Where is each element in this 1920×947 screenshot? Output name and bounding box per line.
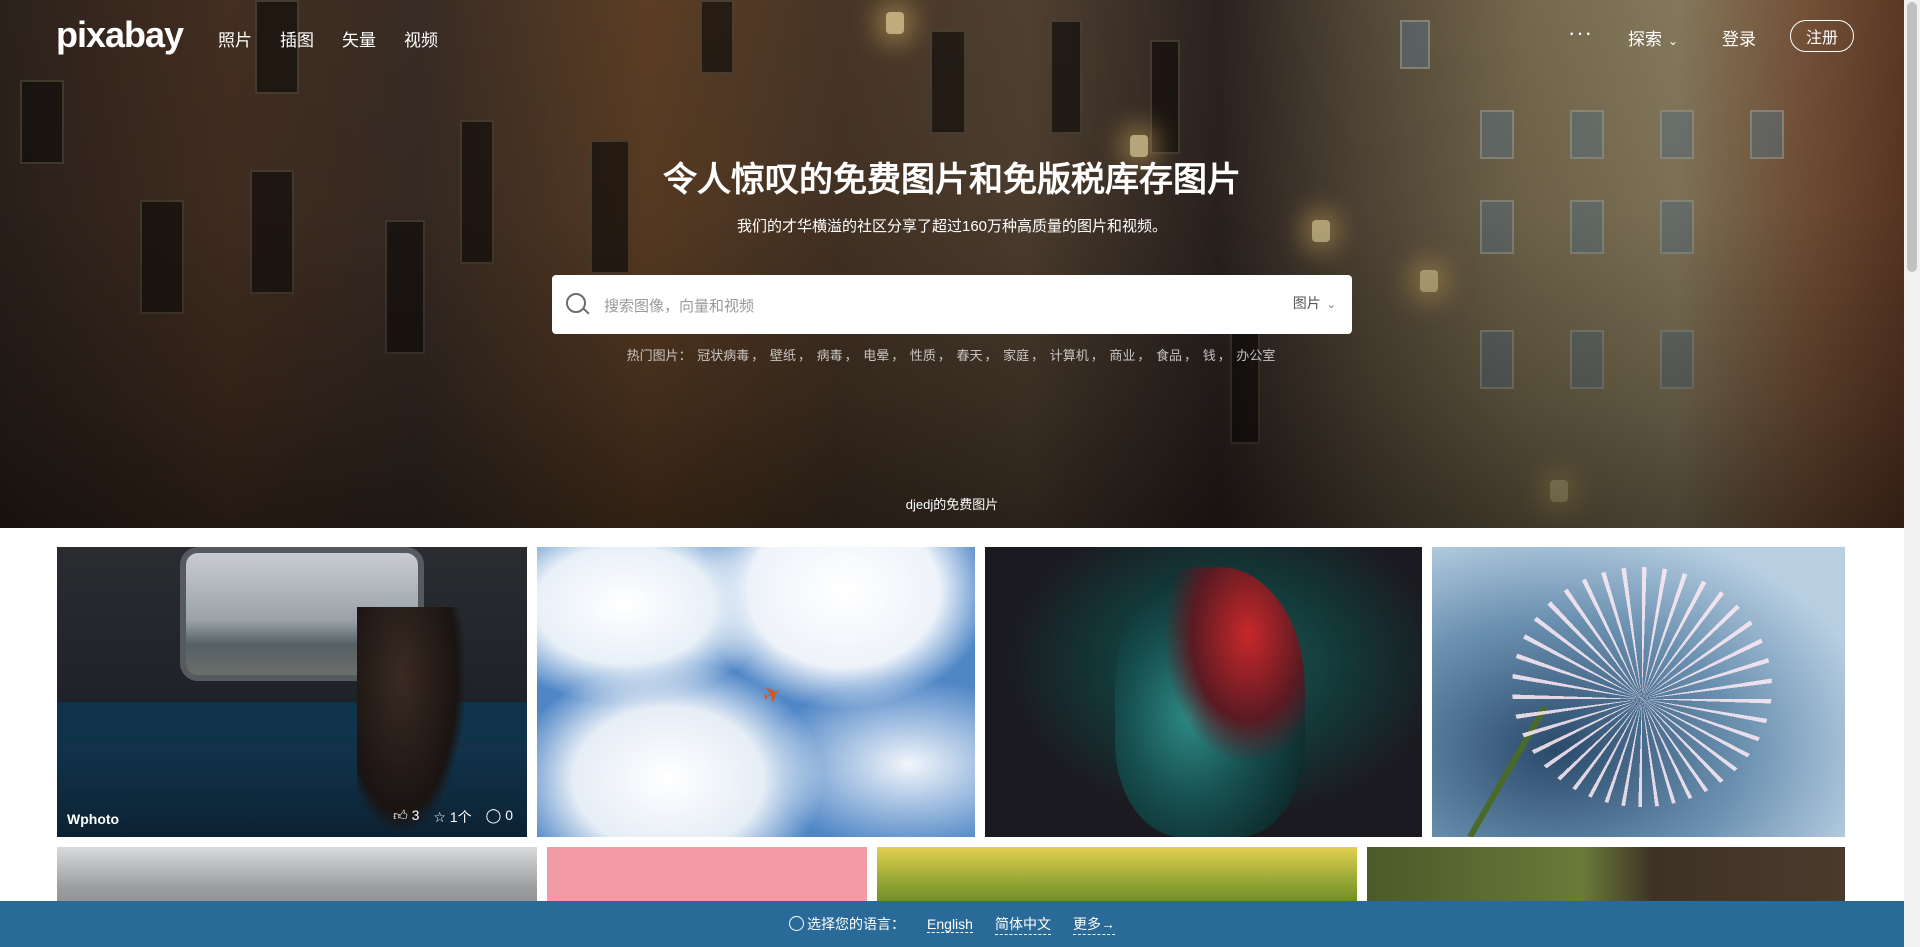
flower-head (1512, 567, 1772, 807)
like-count: 3 (411, 807, 420, 823)
favorite-button[interactable]: ☆ 1个 (433, 807, 471, 827)
chevron-down-icon: ⌄ (1326, 299, 1336, 311)
language-option-chinese[interactable]: 简体中文 (994, 914, 1051, 935)
language-prompt: 选择您的语言： (789, 914, 905, 934)
search-type-select[interactable]: 图片 ⌄ (1293, 293, 1336, 313)
scrollbar-thumb[interactable] (1907, 2, 1917, 272)
globe-icon (789, 916, 805, 931)
trending-tag[interactable]: 办公室 (1236, 348, 1275, 363)
language-option-english[interactable]: English (927, 916, 973, 933)
trending-tag[interactable]: 春天 (956, 348, 982, 363)
hero-photo-credit[interactable]: djedj的免费图片 (0, 494, 1904, 513)
like-button[interactable]: 👍︎ 3 (393, 807, 419, 827)
search-type-label: 图片 (1292, 295, 1321, 311)
nav-link-illustrations[interactable]: 插图 (280, 26, 314, 51)
explore-label: 探索 (1628, 30, 1662, 49)
trending-tag[interactable]: 食品 (1156, 348, 1182, 363)
image-author[interactable]: Wphoto (67, 811, 119, 827)
language-bar: 选择您的语言： English 简体中文 更多→ (0, 901, 1904, 947)
gallery-image[interactable]: Wphoto 👍︎ 3 ☆ 1个 ◯ 0 (57, 547, 527, 837)
language-prompt-label: 选择您的语言： (807, 916, 906, 932)
gallery-image[interactable] (985, 547, 1422, 837)
trending-tag[interactable]: 钱 (1203, 348, 1216, 363)
trending-tag[interactable]: 家庭 (1003, 348, 1029, 363)
trending-tag[interactable]: 壁纸 (770, 348, 796, 363)
trending-tag[interactable]: 性质 (910, 348, 936, 363)
star-icon: ☆ (433, 809, 446, 825)
hero-overlay (0, 0, 1904, 528)
passenger-figure (357, 607, 467, 837)
airplane-icon: ✈ (758, 679, 786, 710)
page-scrollbar[interactable] (1904, 0, 1920, 947)
language-more-link[interactable]: 更多→ (1072, 914, 1115, 935)
top-nav: pixabay 照片 插图 矢量 视频 ··· 探索 ⌄ 登录 注册 (0, 0, 1904, 72)
trending-tag[interactable]: 计算机 (1050, 348, 1089, 363)
search-icon[interactable] (566, 293, 586, 313)
trending-tag[interactable]: 病毒 (817, 348, 843, 363)
gallery-image[interactable] (1432, 547, 1845, 837)
gallery-image[interactable]: ✈ (537, 547, 975, 837)
register-button[interactable]: 注册 (1790, 20, 1854, 52)
portrait-figure (1115, 567, 1305, 837)
thumbs-up-icon: 👍︎ (393, 807, 408, 823)
favorite-count: 1个 (449, 809, 472, 825)
nav-link-videos[interactable]: 视频 (404, 26, 438, 51)
more-menu-icon[interactable]: ··· (1568, 20, 1593, 46)
comment-count: 0 (505, 807, 513, 823)
search-bar: 图片 ⌄ (552, 275, 1352, 334)
nav-link-photos[interactable]: 照片 (218, 26, 252, 51)
hero-background (0, 0, 1904, 528)
explore-menu[interactable]: 探索 ⌄ (1628, 25, 1678, 50)
hero-subline: 我们的才华横溢的社区分享了超过160万种高质量的图片和视频。 (736, 218, 1168, 235)
pixabay-logo[interactable]: pixabay (56, 14, 184, 56)
image-stats: 👍︎ 3 ☆ 1个 ◯ 0 (393, 807, 513, 827)
hero-headline: 令人惊叹的免费图片和免版税库存图片 (663, 161, 1241, 199)
comment-icon: ◯ (485, 807, 502, 823)
trending-label: 热门图片： (626, 348, 692, 363)
media-type-links: 照片 插图 矢量 视频 (218, 26, 438, 51)
search-input[interactable] (602, 291, 1246, 321)
trending-tag[interactable]: 冠状病毒 (697, 348, 749, 363)
nav-link-vectors[interactable]: 矢量 (342, 26, 376, 51)
login-link[interactable]: 登录 (1722, 25, 1756, 50)
comment-button[interactable]: ◯ 0 (486, 807, 513, 827)
chevron-down-icon: ⌄ (1668, 34, 1679, 48)
trending-tag[interactable]: 电晕 (863, 348, 889, 363)
trending-tags: 热门图片： 冠状病毒， 壁纸， 病毒， 电晕， 性质， 春天， 家庭， 计算机，… (626, 348, 1276, 363)
trending-tag[interactable]: 商业 (1109, 348, 1135, 363)
